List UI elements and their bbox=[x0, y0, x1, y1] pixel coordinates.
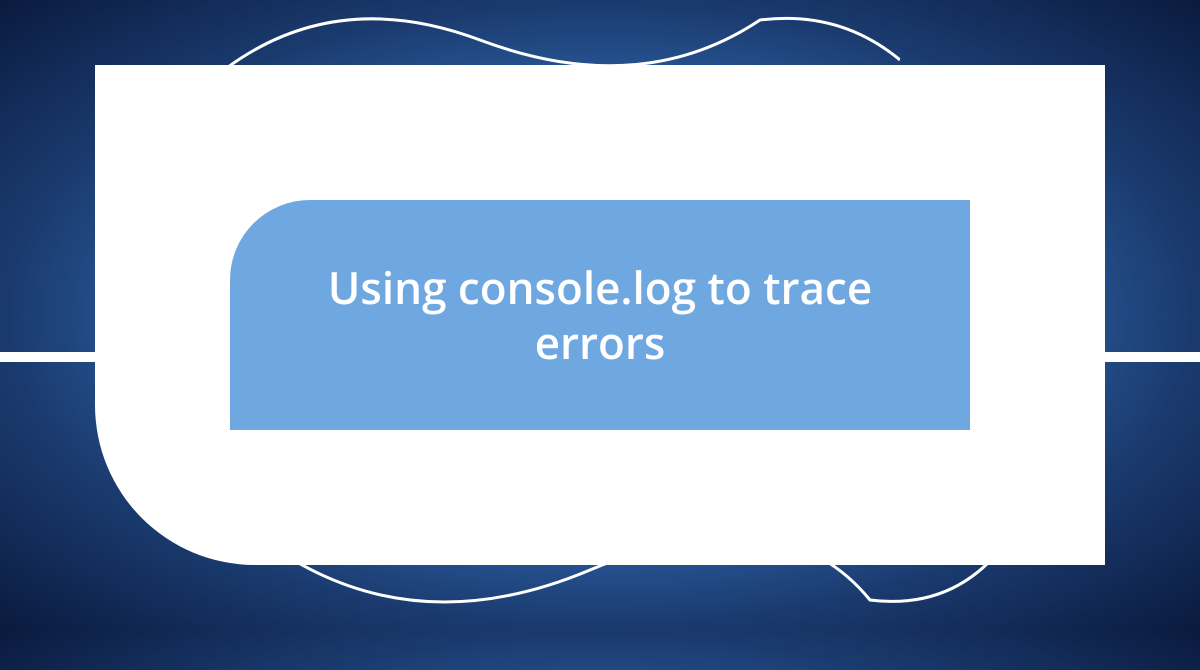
title-panel: Using console.log to trace errors bbox=[230, 200, 970, 430]
main-title: Using console.log to trace errors bbox=[320, 260, 880, 370]
